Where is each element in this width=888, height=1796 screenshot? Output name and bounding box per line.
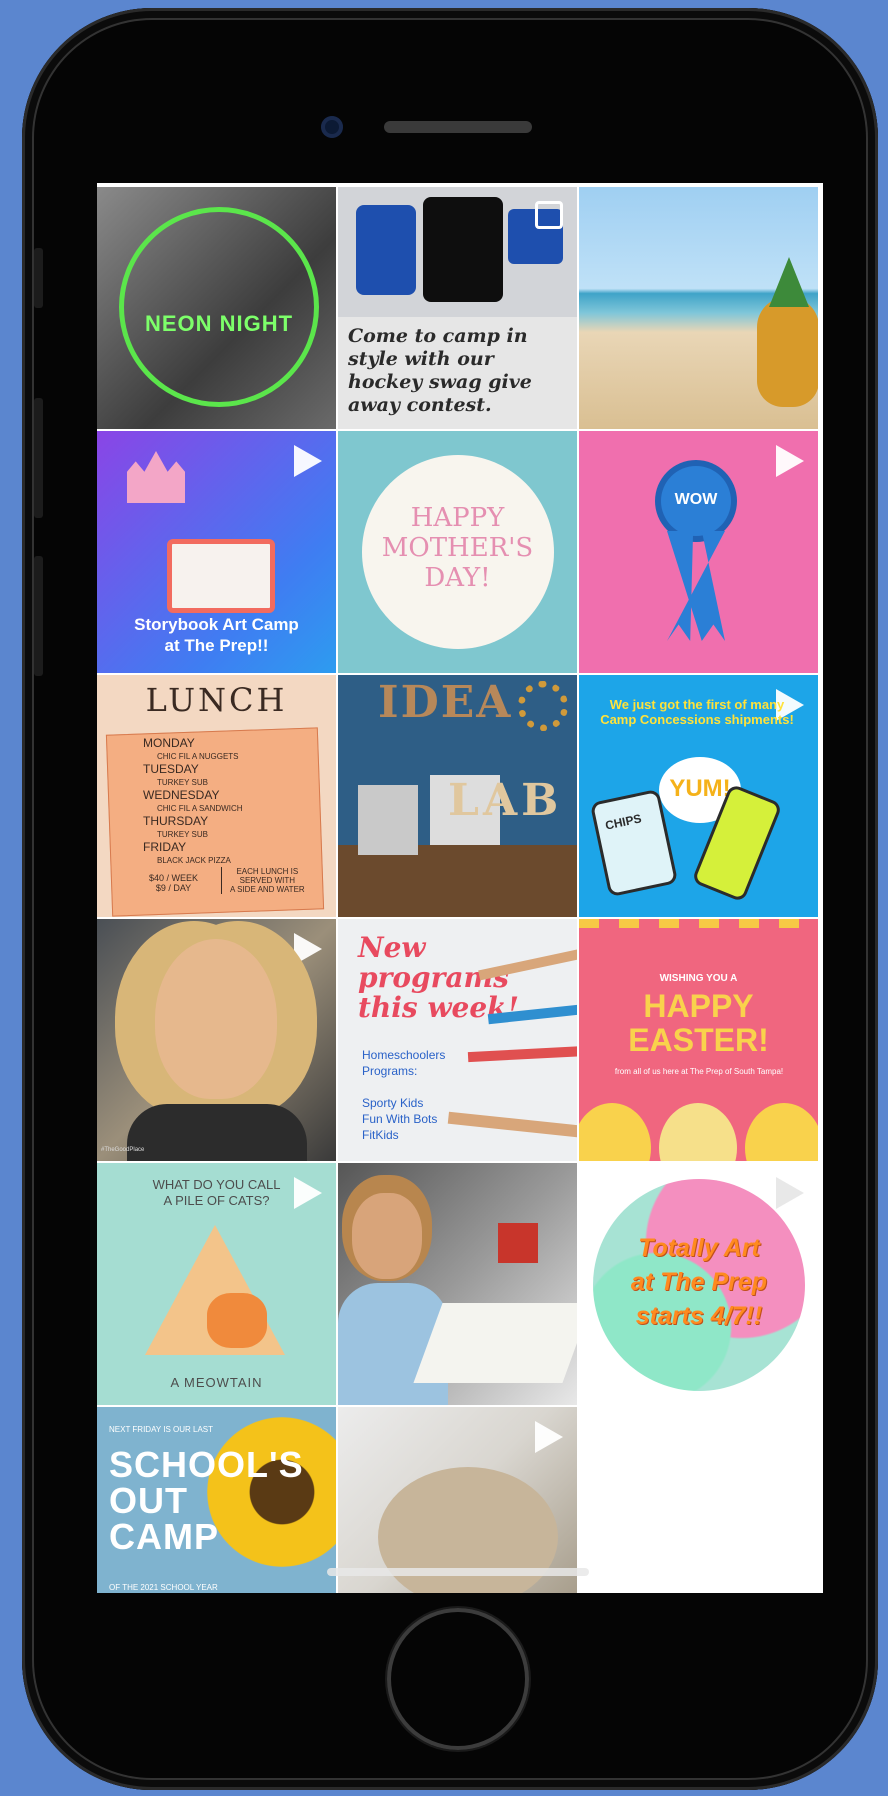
post-totally-art[interactable]: Totally Art at The Prep starts 4/7!! <box>579 1163 818 1405</box>
volume-down-button <box>34 556 43 676</box>
lunch-price-day: $9 / DAY <box>155 883 192 893</box>
play-icon <box>776 445 804 477</box>
earpiece-speaker <box>384 121 532 133</box>
post-meowtain[interactable]: WHAT DO YOU CALL A PILE OF CATS? A MEOWT… <box>97 1163 336 1405</box>
neon-ring <box>119 207 319 407</box>
schools-out-top: NEXT FRIDAY IS OUR LAST <box>109 1425 214 1434</box>
lunch-price-week: $40 / WEEK <box>149 873 199 883</box>
play-icon <box>535 1421 563 1453</box>
post-idea-lab[interactable]: IDEA LAB <box>338 675 577 917</box>
show-tag: #TheGoodPlace <box>101 1147 145 1153</box>
play-icon <box>776 1177 804 1209</box>
totally-art-text: Totally Art at The Prep starts 4/7!! <box>593 1231 805 1333</box>
programs-list: Homeschoolers Programs: Sporty Kids Fun … <box>362 1047 445 1143</box>
totally-art-line: Totally Art <box>638 1234 760 1262</box>
post-camp-concessions[interactable]: We just got the first of many Camp Conce… <box>579 675 818 917</box>
post-pineapple-beach[interactable] <box>579 187 818 429</box>
post-neon-night[interactable]: NEON NIGHT <box>97 187 336 429</box>
storybook-line2: at The Prep!! <box>164 636 269 655</box>
easter-egg <box>579 1103 651 1161</box>
lunch-day: FRIDAY <box>143 840 187 854</box>
person-face-photo <box>155 939 277 1099</box>
volume-up-button <box>34 398 43 518</box>
idea-letters: IDEA <box>378 677 513 728</box>
schools-out-bottom: OF THE 2021 SCHOOL YEAR <box>109 1583 218 1592</box>
question-line: A PILE OF CATS? <box>163 1193 270 1208</box>
multi-photo-icon <box>535 201 563 229</box>
post-storybook-art-camp[interactable]: Storybook Art Camp at The Prep!! <box>97 431 336 673</box>
program-item: FitKids <box>362 1128 399 1142</box>
title-line: CAMP <box>109 1516 219 1557</box>
title-line: OUT <box>109 1480 188 1521</box>
girl-photo <box>352 1193 422 1279</box>
pineapple-photo <box>757 297 818 407</box>
home-indicator[interactable] <box>327 1568 589 1576</box>
post-bunny-video[interactable] <box>338 1407 577 1593</box>
front-camera <box>321 116 343 138</box>
totally-art-line: starts 4/7!! <box>635 1302 763 1330</box>
post-mothers-day[interactable]: HAPPY MOTHER'S DAY! <box>338 431 577 673</box>
robotics-table <box>413 1303 577 1383</box>
mothers-day-l3: DAY! <box>424 563 491 593</box>
lunch-day: MONDAY <box>143 736 195 750</box>
program-item: Programs: <box>362 1064 418 1078</box>
mothers-day-l1: HAPPY <box>410 503 505 533</box>
home-button[interactable] <box>387 1608 529 1750</box>
lunch-item: BLACK JACK PIZZA <box>157 856 231 865</box>
lunch-note-line: A SIDE AND WATER <box>230 885 305 894</box>
neon-night-label: NEON NIGHT <box>144 311 294 336</box>
classroom-shelves <box>338 845 577 917</box>
lunch-note: EACH LUNCH IS SERVED WITH A SIDE AND WAT… <box>221 867 305 894</box>
post-girl-robotics[interactable] <box>338 1163 577 1405</box>
play-icon <box>294 445 322 477</box>
concessions-headline: We just got the first of many Camp Conce… <box>600 697 794 727</box>
meowtain-answer: A MEOWTAIN <box>170 1375 263 1390</box>
program-item: Homeschoolers <box>362 1048 446 1062</box>
play-icon <box>294 933 322 965</box>
castle-illustration <box>127 451 185 503</box>
lunch-day: WEDNESDAY <box>143 788 220 802</box>
headline-line: New <box>358 931 426 964</box>
post-happy-easter[interactable]: WISHING YOU A HAPPY EASTER! from all of … <box>579 919 818 1161</box>
easter-small: WISHING YOU A <box>659 973 738 984</box>
mothers-day-l2: MOTHER'S <box>381 533 534 563</box>
lunch-note-line: EACH LUNCH IS <box>236 867 299 876</box>
meowtain-question: WHAT DO YOU CALL A PILE OF CATS? <box>97 1177 336 1209</box>
post-schools-out-camp[interactable]: NEXT FRIDAY IS OUR LAST SCHOOL'S OUT CAM… <box>97 1407 336 1593</box>
wow-badge-label: WOW <box>674 491 718 508</box>
mute-switch <box>34 248 43 308</box>
lunch-day: TUESDAY <box>143 762 199 776</box>
gear-icon <box>518 681 568 731</box>
easter-h1: HAPPY <box>643 988 754 1024</box>
easter-h2: EASTER! <box>628 1022 769 1058</box>
post-new-programs[interactable]: New programs this week! Homeschoolers Pr… <box>338 919 577 1161</box>
totally-art-line: at The Prep <box>630 1268 768 1296</box>
new-programs-headline: New programs this week! <box>358 933 519 1023</box>
post-wow-ribbon[interactable]: WOW <box>579 431 818 673</box>
post-good-place-video[interactable]: #TheGoodPlace <box>97 919 336 1161</box>
lunch-day: THURSDAY <box>143 814 209 828</box>
lunch-note-line: SERVED WITH <box>239 876 296 885</box>
program-item: Sporty Kids <box>362 1096 424 1110</box>
lunch-price: $40 / WEEK $9 / DAY <box>149 873 198 893</box>
easter-sub: from all of us here at The Prep of South… <box>614 1067 784 1076</box>
post-hockey-swag[interactable]: Come to camp in style with our hockey sw… <box>338 187 577 429</box>
open-book-illustration <box>167 539 275 613</box>
title-line: SCHOOL'S <box>109 1444 304 1485</box>
profile-grid-screen: NEON NIGHT Come to camp in style with ou… <box>97 183 823 1593</box>
post-lunch-menu[interactable]: LUNCH MONDAY CHIC FIL A NUGGETS TUESDAY … <box>97 675 336 917</box>
lunch-schedule: MONDAY CHIC FIL A NUGGETS TUESDAY TURKEY… <box>143 737 243 867</box>
storybook-line1: Storybook Art Camp <box>134 615 299 634</box>
hockey-caption: Come to camp in style with our hockey sw… <box>348 325 532 416</box>
schools-out-title: SCHOOL'S OUT CAMP <box>109 1447 304 1555</box>
lab-letters: LAB <box>448 775 563 826</box>
lunch-title: LUNCH <box>145 681 288 719</box>
program-item: Fun With Bots <box>362 1112 438 1126</box>
question-line: WHAT DO YOU CALL <box>152 1177 281 1192</box>
